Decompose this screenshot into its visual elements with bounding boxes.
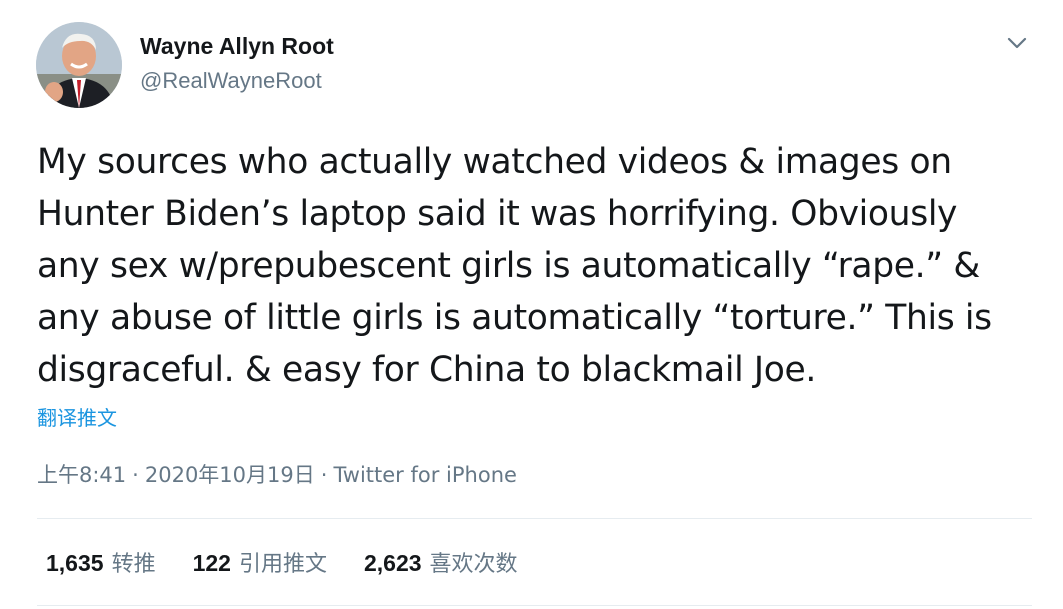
likes-label: 喜欢次数 bbox=[429, 552, 518, 577]
likes-count: 2,623 bbox=[363, 550, 422, 576]
tweet-card: Wayne Allyn Root @RealWayneRoot My sourc… bbox=[0, 0, 1063, 609]
meta-separator: · bbox=[320, 463, 328, 487]
tweet-metadata: 上午8:41 · 2020年10月19日 · Twitter for iPhone bbox=[37, 460, 517, 490]
display-name[interactable]: Wayne Allyn Root bbox=[140, 32, 334, 60]
profile-photo-icon bbox=[36, 22, 122, 108]
chevron-down-icon[interactable] bbox=[1002, 28, 1032, 58]
quotes-count: 122 bbox=[192, 550, 231, 576]
tweet-time[interactable]: 上午8:41 bbox=[37, 463, 126, 487]
divider bbox=[37, 605, 1032, 606]
translate-tweet-link[interactable]: 翻译推文 bbox=[37, 404, 117, 432]
retweets-label: 转推 bbox=[111, 552, 156, 577]
quotes-stat[interactable]: 122 引用推文 bbox=[193, 547, 327, 581]
tweet-text-line: Hunter Biden’s laptop said it was horrif… bbox=[37, 194, 958, 234]
retweets-stat[interactable]: 1,635 转推 bbox=[46, 547, 156, 581]
tweet-text-line: disgraceful. & easy for China to blackma… bbox=[37, 350, 817, 390]
tweet-text: My sources who actually watched videos &… bbox=[37, 136, 1037, 396]
divider bbox=[37, 518, 1032, 519]
avatar[interactable] bbox=[36, 22, 122, 108]
tweet-source[interactable]: Twitter for iPhone bbox=[333, 463, 517, 487]
tweet-text-line: any abuse of little girls is automatical… bbox=[37, 298, 992, 338]
likes-stat[interactable]: 2,623 喜欢次数 bbox=[364, 547, 518, 581]
quotes-label: 引用推文 bbox=[238, 552, 327, 577]
meta-separator: · bbox=[132, 463, 139, 487]
tweet-stats: 1,635 转推 122 引用推文 2,623 喜欢次数 bbox=[46, 547, 548, 581]
tweet-date[interactable]: 2020年10月19日 bbox=[145, 463, 315, 487]
tweet-text-line: any sex w/prepubescent girls is automati… bbox=[37, 246, 980, 286]
tweet-text-line: My sources who actually watched videos &… bbox=[37, 142, 952, 182]
user-handle[interactable]: @RealWayneRoot bbox=[140, 67, 322, 95]
retweets-count: 1,635 bbox=[46, 550, 104, 576]
